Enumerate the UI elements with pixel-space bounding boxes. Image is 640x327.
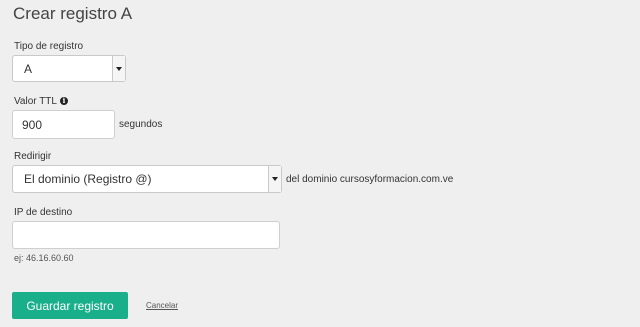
record-type-value: A [24, 61, 33, 76]
redirect-suffix: del dominio cursosyformacion.com.ve [286, 174, 454, 185]
destination-ip-input[interactable] [12, 221, 280, 249]
ttl-unit: segundos [119, 119, 163, 130]
cancel-link[interactable]: Cancelar [146, 301, 178, 310]
save-button[interactable]: Guardar registro [12, 292, 128, 319]
ttl-label: Valor TTL [14, 96, 57, 107]
info-icon[interactable]: i [59, 97, 68, 105]
redirect-label: Redirigir [14, 151, 52, 162]
ttl-label-row: Valor TTL i [14, 96, 68, 107]
destination-ip-hint: ej: 46.16.60.60 [14, 253, 74, 263]
chevron-down-icon[interactable] [268, 166, 281, 192]
destination-ip-label: IP de destino [14, 207, 73, 218]
redirect-select[interactable]: El dominio (Registro @) [12, 165, 282, 193]
page-title: Crear registro A [13, 4, 133, 23]
record-type-label: Tipo de registro [14, 41, 84, 52]
redirect-value: El dominio (Registro @) [24, 172, 152, 186]
chevron-down-icon[interactable] [112, 56, 125, 81]
record-type-select[interactable]: A [12, 55, 126, 82]
ttl-input[interactable] [12, 110, 115, 139]
